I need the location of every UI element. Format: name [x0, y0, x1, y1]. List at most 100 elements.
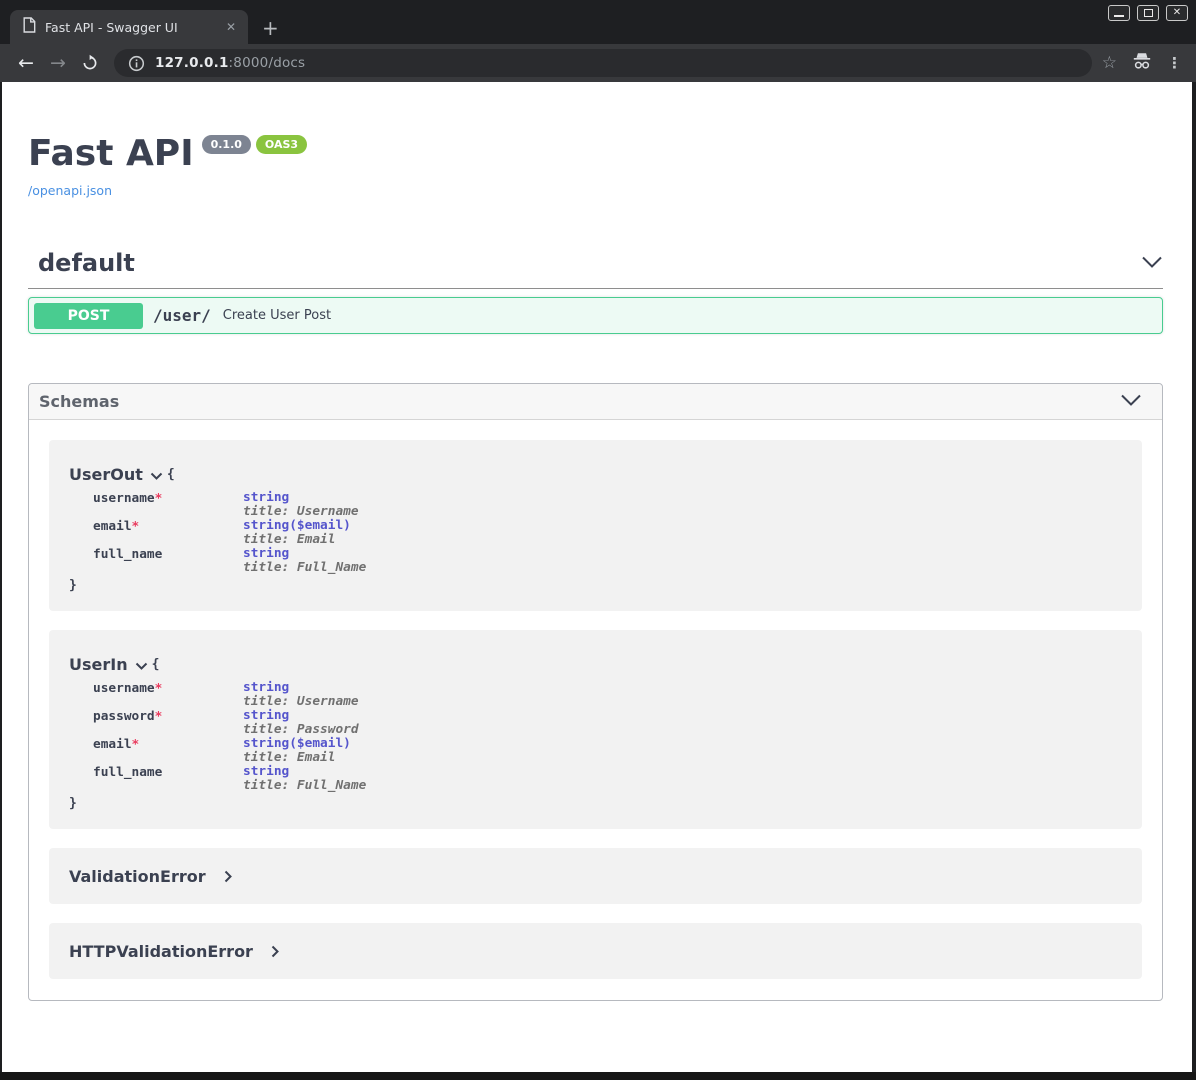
close-brace: }	[69, 578, 1122, 593]
url-text: 127.0.0.1:8000/docs	[155, 55, 305, 71]
required-star: *	[155, 709, 163, 724]
tab-fast-api[interactable]: Fast API - Swagger UI ✕	[10, 10, 248, 44]
model-validationerror[interactable]: ValidationError	[49, 848, 1142, 904]
window-controls: ✕	[1108, 5, 1188, 21]
prop-type: string	[243, 765, 1122, 779]
url-host: 127.0.0.1	[155, 55, 229, 71]
url-bar[interactable]: 127.0.0.1:8000/docs	[114, 49, 1092, 77]
window-bottom-border	[0, 1072, 1196, 1080]
api-title-row: Fast API 0.1.0 OAS3	[28, 133, 1163, 174]
prop-row-email: email* string($email)title: Email	[69, 737, 1122, 765]
prop-name: email	[93, 737, 132, 752]
tab-close-icon[interactable]: ✕	[222, 18, 240, 36]
chevron-right-icon	[271, 943, 280, 962]
prop-row-full-name: full_name stringtitle: Full_Name	[69, 547, 1122, 575]
close-icon: ✕	[1173, 8, 1181, 18]
maximize-icon	[1144, 9, 1153, 17]
prop-type: string($email)	[243, 737, 1122, 751]
collapse-chevron-icon[interactable]	[1120, 392, 1142, 411]
close-brace: }	[69, 796, 1122, 811]
api-info-block: Fast API 0.1.0 OAS3 /openapi.json	[28, 133, 1163, 199]
tab-strip: Fast API - Swagger UI ✕ + ✕	[0, 0, 1196, 44]
minimize-button[interactable]	[1108, 5, 1130, 21]
prop-meta: title: Username	[243, 695, 1122, 709]
model-userout: UserOut { username* stringtitle: Usernam…	[49, 440, 1142, 611]
model-name: UserOut	[69, 465, 143, 484]
tag-section-default: default POST /user/ Create User Post	[28, 249, 1163, 334]
site-info-icon[interactable]	[128, 55, 145, 72]
open-brace: {	[152, 657, 160, 672]
prop-name: full_name	[93, 547, 162, 562]
prop-type: string	[243, 491, 1122, 505]
open-brace: {	[167, 467, 175, 482]
minimize-icon	[1114, 15, 1124, 17]
prop-meta: title: Email	[243, 533, 1122, 547]
prop-type: string	[243, 681, 1122, 695]
version-badge: 0.1.0	[202, 135, 251, 154]
schemas-body: UserOut { username* stringtitle: Usernam…	[29, 420, 1162, 1000]
prop-row-username: username* stringtitle: Username	[69, 491, 1122, 519]
model-toggle-userout[interactable]: UserOut {	[69, 464, 1122, 485]
chevron-down-icon	[150, 466, 163, 485]
model-props: username* stringtitle: Username password…	[69, 681, 1122, 793]
prop-meta: title: Password	[243, 723, 1122, 737]
new-tab-button[interactable]: +	[262, 18, 279, 38]
prop-meta: title: Full_Name	[243, 779, 1122, 793]
method-badge: POST	[34, 303, 143, 329]
collapse-chevron-icon[interactable]	[1141, 254, 1163, 273]
prop-name: full_name	[93, 765, 162, 780]
tag-title: default	[28, 249, 135, 277]
prop-meta: title: Username	[243, 505, 1122, 519]
schemas-section: Schemas UserOut {	[28, 383, 1163, 1001]
model-name: UserIn	[69, 655, 128, 674]
schemas-header[interactable]: Schemas	[29, 384, 1162, 420]
model-props: username* stringtitle: Username email* s…	[69, 491, 1122, 575]
required-star: *	[155, 681, 163, 696]
browser-toolbar: ← → 127.0.0.1:8000/docs ☆ ⋮	[0, 44, 1196, 82]
swagger-page: Fast API 0.1.0 OAS3 /openapi.json defaul…	[2, 82, 1192, 1072]
openapi-spec-link[interactable]: /openapi.json	[28, 183, 112, 198]
prop-row-username: username* stringtitle: Username	[69, 681, 1122, 709]
model-httpvalidationerror[interactable]: HTTPValidationError	[49, 923, 1142, 979]
prop-row-email: email* string($email)title: Email	[69, 519, 1122, 547]
operation-summary: Create User Post	[223, 308, 331, 323]
tag-header-row[interactable]: default	[28, 249, 1163, 277]
prop-type: string($email)	[243, 519, 1122, 533]
bookmark-star-icon[interactable]: ☆	[1102, 53, 1117, 73]
prop-name: username	[93, 491, 155, 506]
chevron-down-icon	[135, 656, 148, 675]
maximize-button[interactable]	[1137, 5, 1159, 21]
prop-name: password	[93, 709, 155, 724]
chevron-right-icon	[224, 868, 233, 887]
required-star: *	[132, 737, 140, 752]
browser-window: Fast API - Swagger UI ✕ + ✕ ← → 127.0.0.…	[0, 0, 1196, 1080]
prop-name: username	[93, 681, 155, 696]
forward-button[interactable]: →	[44, 49, 72, 77]
back-button[interactable]: ←	[12, 49, 40, 77]
required-star: *	[155, 491, 163, 506]
prop-row-password: password* stringtitle: Password	[69, 709, 1122, 737]
incognito-icon[interactable]	[1131, 51, 1153, 75]
prop-meta: title: Email	[243, 751, 1122, 765]
schemas-title: Schemas	[39, 392, 119, 411]
model-toggle-userin[interactable]: UserIn {	[69, 654, 1122, 675]
api-title: Fast API	[28, 133, 194, 174]
document-favicon-icon	[22, 17, 36, 37]
prop-name: email	[93, 519, 132, 534]
tag-divider	[28, 288, 1163, 289]
tab-title: Fast API - Swagger UI	[45, 20, 222, 35]
required-star: *	[132, 519, 140, 534]
oas3-badge: OAS3	[256, 135, 307, 154]
browser-menu-icon[interactable]: ⋮	[1167, 54, 1182, 72]
opblock-post-user[interactable]: POST /user/ Create User Post	[28, 297, 1163, 334]
prop-type: string	[243, 709, 1122, 723]
operation-path: /user/	[153, 306, 211, 325]
close-button[interactable]: ✕	[1166, 5, 1188, 21]
prop-meta: title: Full_Name	[243, 561, 1122, 575]
model-userin: UserIn { username* stringtitle: Username…	[49, 630, 1142, 829]
reload-button[interactable]	[76, 49, 104, 77]
prop-type: string	[243, 547, 1122, 561]
model-name: ValidationError	[69, 867, 206, 886]
url-path: :8000/docs	[229, 55, 306, 71]
model-name: HTTPValidationError	[69, 942, 253, 961]
